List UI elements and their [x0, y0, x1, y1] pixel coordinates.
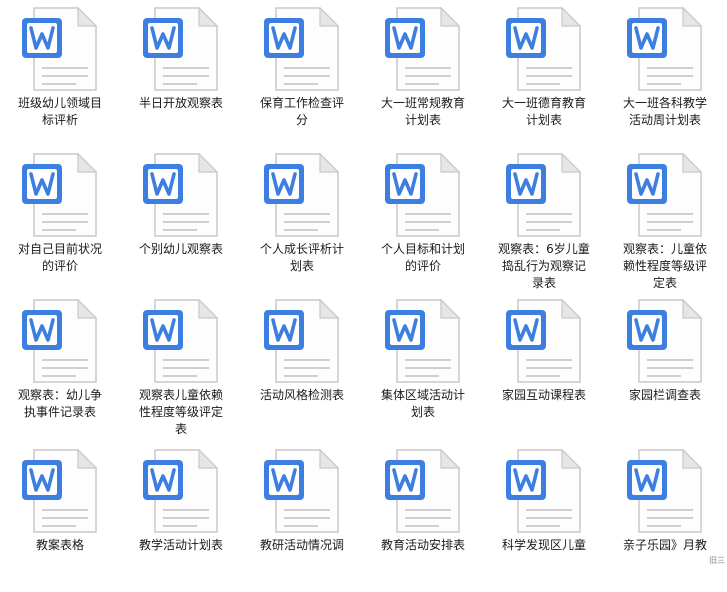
- file-name-label: 集体区域活动计划表: [380, 388, 465, 419]
- word-document-icon: [383, 6, 463, 92]
- file-name-label: 教育活动安排表: [380, 538, 465, 552]
- file-item[interactable]: 对自己目前状况的评价: [0, 146, 120, 296]
- file-name-label: 个人目标和计划的评价: [380, 242, 465, 273]
- file-name-label: 对自己目前状况的评价: [17, 242, 102, 273]
- word-document-icon: [141, 6, 221, 92]
- file-item[interactable]: 教研活动情况调: [242, 442, 362, 592]
- word-document-icon: [262, 152, 342, 238]
- file-item[interactable]: 观察表：6岁儿童捣乱行为观察记录表: [484, 146, 604, 296]
- file-name-label: 大一班德育教育计划表: [501, 96, 586, 127]
- file-name-label: 个别幼儿观察表: [138, 242, 223, 256]
- file-item[interactable]: 观察表：幼儿争执事件记录表: [0, 292, 120, 442]
- file-item[interactable]: 活动风格检测表: [242, 292, 362, 442]
- file-item[interactable]: 观察表儿童依赖性程度等级评定表: [121, 292, 241, 442]
- word-document-icon: [20, 152, 100, 238]
- file-item[interactable]: 个别幼儿观察表: [121, 146, 241, 296]
- file-item[interactable]: 科学发现区儿童: [484, 442, 604, 592]
- file-item[interactable]: 个人目标和计划的评价: [363, 146, 483, 296]
- file-name-label: 大一班各科教学活动周计划表: [622, 96, 707, 127]
- file-item[interactable]: 半日开放观察表: [121, 0, 241, 150]
- file-item[interactable]: 大一班德育教育计划表: [484, 0, 604, 150]
- file-item[interactable]: 集体区域活动计划表: [363, 292, 483, 442]
- file-item[interactable]: 亲子乐园》月教: [605, 442, 725, 592]
- file-item[interactable]: 教学活动计划表: [121, 442, 241, 592]
- word-document-icon: [262, 448, 342, 534]
- file-item[interactable]: 大一班各科教学活动周计划表: [605, 0, 725, 150]
- file-item[interactable]: 家园互动课程表: [484, 292, 604, 442]
- word-document-icon: [504, 448, 584, 534]
- file-grid: 班级幼儿领域目标评析 半日开放观察表 保育工作检查评分 大一班常规教育计划表 大一班德育…: [0, 0, 727, 568]
- file-name-label: 教研活动情况调: [259, 538, 344, 552]
- word-document-icon: [625, 152, 705, 238]
- word-document-icon: [141, 152, 221, 238]
- word-document-icon: [262, 298, 342, 384]
- word-document-icon: [625, 448, 705, 534]
- word-document-icon: [504, 298, 584, 384]
- file-name-label: 半日开放观察表: [138, 96, 223, 110]
- file-name-label: 教学活动计划表: [138, 538, 223, 552]
- file-name-label: 活动风格检测表: [259, 388, 344, 402]
- file-name-label: 家园栏调查表: [628, 388, 701, 402]
- file-item[interactable]: 家园栏调查表: [605, 292, 725, 442]
- word-document-icon: [625, 298, 705, 384]
- file-item[interactable]: 班级幼儿领域目标评析: [0, 0, 120, 150]
- word-document-icon: [504, 152, 584, 238]
- file-name-label: 科学发现区儿童: [501, 538, 586, 552]
- word-document-icon: [20, 6, 100, 92]
- word-document-icon: [141, 298, 221, 384]
- file-item[interactable]: 教案表格: [0, 442, 120, 592]
- file-name-label: 亲子乐园》月教: [622, 538, 707, 552]
- file-name-label: 个人成长评析计划表: [259, 242, 344, 273]
- file-item[interactable]: 大一班常规教育计划表: [363, 0, 483, 150]
- file-name-label: 教案表格: [35, 538, 84, 552]
- file-name-label: 大一班常规教育计划表: [380, 96, 465, 127]
- file-name-label: 家园互动课程表: [501, 388, 586, 402]
- word-document-icon: [383, 298, 463, 384]
- file-item[interactable]: 观察表：儿童依赖性程度等级评定表: [605, 146, 725, 296]
- file-name-label: 观察表：6岁儿童捣乱行为观察记录表: [498, 242, 590, 290]
- word-document-icon: [625, 6, 705, 92]
- file-name-label: 观察表：儿童依赖性程度等级评定表: [622, 242, 707, 290]
- file-item[interactable]: 教育活动安排表: [363, 442, 483, 592]
- word-document-icon: [383, 152, 463, 238]
- word-document-icon: [141, 448, 221, 534]
- file-item[interactable]: 个人成长评析计划表: [242, 146, 362, 296]
- word-document-icon: [262, 6, 342, 92]
- file-name-label: 观察表：幼儿争执事件记录表: [17, 388, 102, 419]
- file-name-label: 保育工作检查评分: [259, 96, 344, 127]
- word-document-icon: [383, 448, 463, 534]
- word-document-icon: [20, 448, 100, 534]
- file-name-label: 观察表儿童依赖性程度等级评定表: [138, 388, 223, 436]
- word-document-icon: [504, 6, 584, 92]
- file-name-label: 班级幼儿领域目标评析: [17, 96, 102, 127]
- word-document-icon: [20, 298, 100, 384]
- file-item[interactable]: 保育工作检查评分: [242, 0, 362, 150]
- corner-text: 旧三: [709, 556, 725, 565]
